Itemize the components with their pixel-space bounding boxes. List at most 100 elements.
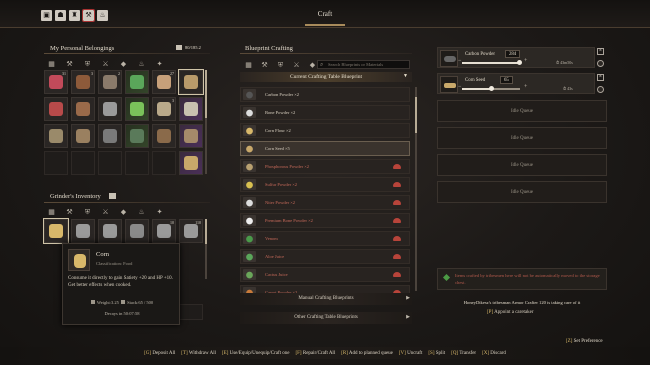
action-withdraw-all[interactable]: [T] Withdraw All	[181, 351, 216, 356]
minus-button[interactable]: −	[458, 84, 461, 90]
inventory-slot[interactable]	[152, 124, 176, 148]
inventory-slot[interactable]	[98, 219, 122, 243]
blueprint-item[interactable]: Sulfur Powder ×2	[240, 177, 410, 192]
inventory-slot[interactable]	[98, 97, 122, 121]
inventory-slot[interactable]	[125, 219, 149, 243]
inventory-slot[interactable]	[178, 69, 204, 95]
minus-button[interactable]: −	[458, 58, 461, 64]
action-add-to-planned-queue[interactable]: [R] Add to planned queue	[341, 351, 393, 356]
appoint-caretaker-button[interactable]: [P] Appoint a caretaker	[487, 310, 534, 315]
all-icon[interactable]: ▦	[46, 208, 57, 216]
blueprint-item[interactable]: Venom	[240, 231, 410, 246]
queue-slider[interactable]	[462, 60, 522, 65]
inventory-slot[interactable]: 31	[44, 70, 68, 94]
blueprint-search-input[interactable]: ⌕ Search Blueprints or Materials	[317, 60, 410, 69]
item-icon	[130, 75, 144, 89]
blueprint-item[interactable]: Carbon Powder ×2	[240, 87, 410, 102]
inventory-slot[interactable]: 110	[179, 219, 203, 243]
blueprint-scrollbar[interactable]	[415, 87, 417, 291]
blueprint-item[interactable]: Corn Seed ×5	[240, 141, 410, 156]
misc-icon[interactable]: ✦	[154, 60, 165, 68]
weapon-icon[interactable]: ⚔	[291, 61, 302, 69]
inventory-slot[interactable]: 2	[98, 70, 122, 94]
personal-scrollbar[interactable]	[205, 70, 207, 174]
weapon-icon[interactable]: ⚔	[100, 60, 111, 68]
action-discard[interactable]: [X] Discard	[482, 351, 506, 356]
grinder-scrollbar[interactable]	[205, 219, 207, 279]
inventory-slot[interactable]	[98, 151, 122, 175]
plus-button[interactable]: +	[524, 58, 527, 64]
close-icon[interactable]: ×	[597, 48, 604, 55]
item-icon	[103, 102, 117, 116]
manual-blueprints-row[interactable]: Manual Crafting Blueprints ▶	[240, 293, 412, 305]
inventory-slot[interactable]	[71, 151, 95, 175]
resource-icon[interactable]: ◆	[118, 60, 129, 68]
food-icon[interactable]: ♨	[136, 60, 147, 68]
blueprint-item[interactable]: Cactus Juice	[240, 267, 410, 282]
idle-queue-slot[interactable]: Idle Queue	[437, 154, 607, 176]
set-preference-button[interactable]: [Z] Set Preference	[566, 339, 603, 344]
inventory-slot[interactable]	[71, 124, 95, 148]
action-use-equip-unequip-craft-one[interactable]: [E] Use/Equip/Unequip/Craft one	[222, 351, 290, 356]
blueprint-item[interactable]: Niter Powder ×2	[240, 195, 410, 210]
inventory-slot[interactable]: 27	[152, 70, 176, 94]
plus-button[interactable]: +	[524, 84, 527, 90]
food-icon[interactable]: ♨	[136, 208, 147, 216]
blueprint-item[interactable]: Phosphorous Powder ×2	[240, 159, 410, 174]
armor-icon[interactable]: ⛨	[82, 60, 93, 68]
inventory-slot[interactable]	[71, 97, 95, 121]
resource-icon[interactable]: ◆	[118, 208, 129, 216]
queue-card[interactable]: Carbon Powder 284 − + ⏱ 43m50s	[437, 47, 595, 68]
blueprint-item[interactable]: Corn Flour ×2	[240, 123, 410, 138]
tools-icon[interactable]: ⚒	[64, 60, 75, 68]
blueprint-item[interactable]: Premium Bone Powder ×2	[240, 213, 410, 228]
inventory-slot[interactable]: 3	[152, 97, 176, 121]
inventory-slot[interactable]	[44, 97, 68, 121]
inventory-slot[interactable]	[152, 151, 176, 175]
inventory-slot[interactable]	[179, 124, 203, 148]
other-blueprints-row[interactable]: Other Crafting Table Blueprints ▶	[240, 312, 412, 324]
inventory-slot[interactable]	[44, 151, 68, 175]
action-repair-craft-all[interactable]: [F] Repair/Craft All	[295, 351, 335, 356]
misc-icon[interactable]: ✦	[154, 208, 165, 216]
close-icon[interactable]: ×	[597, 74, 604, 81]
inventory-slot[interactable]	[125, 97, 149, 121]
inventory-slot[interactable]	[125, 151, 149, 175]
blueprint-item[interactable]: Bone Powder ×2	[240, 105, 410, 120]
idle-queue-slot[interactable]: Idle Queue	[437, 127, 607, 149]
inventory-slot[interactable]	[43, 218, 69, 244]
blueprint-item[interactable]: Aloe Juice	[240, 249, 410, 264]
queue-slider[interactable]	[462, 86, 520, 91]
armor-icon[interactable]: ⛨	[82, 208, 93, 216]
inventory-slot[interactable]	[44, 124, 68, 148]
idle-queue-slot[interactable]: Idle Queue	[437, 100, 607, 122]
blueprint-icon	[243, 161, 256, 172]
tools-icon[interactable]: ⚒	[64, 208, 75, 216]
gear-icon[interactable]	[597, 60, 604, 67]
inventory-slot[interactable]: 3	[71, 70, 95, 94]
idle-queue-slot[interactable]: Idle Queue	[437, 181, 607, 203]
inventory-slot[interactable]	[98, 124, 122, 148]
inventory-slot[interactable]	[125, 70, 149, 94]
weapon-icon[interactable]: ⚔	[100, 208, 111, 216]
armor-icon[interactable]: ⛨	[275, 61, 286, 69]
action-split[interactable]: [S] Split	[428, 351, 445, 356]
inventory-slot[interactable]	[179, 97, 203, 121]
action-transfer[interactable]: [Q] Transfer	[451, 351, 476, 356]
gear-icon[interactable]	[597, 86, 604, 93]
all-icon[interactable]: ▦	[243, 61, 254, 69]
queue-qty-input[interactable]: 284	[505, 50, 521, 58]
inventory-slot[interactable]	[125, 124, 149, 148]
action-uncraft[interactable]: [V] Uncraft	[399, 351, 422, 356]
inventory-slot[interactable]	[179, 151, 203, 175]
inventory-slot[interactable]	[71, 219, 95, 243]
action-deposit-all[interactable]: [G] Deposit All	[144, 351, 175, 356]
item-icon	[184, 75, 198, 89]
tools-icon[interactable]: ⚒	[259, 61, 270, 69]
queue-card[interactable]: Corn Seed 65 − + ⏱ 43s	[437, 73, 595, 94]
queue-qty-input[interactable]: 65	[500, 76, 513, 84]
all-icon[interactable]: ▦	[46, 60, 57, 68]
current-table-header[interactable]: Current Crafting Table Blueprint ▼	[240, 72, 412, 82]
grinder-slot[interactable]	[179, 304, 203, 320]
inventory-slot[interactable]: 10	[152, 219, 176, 243]
